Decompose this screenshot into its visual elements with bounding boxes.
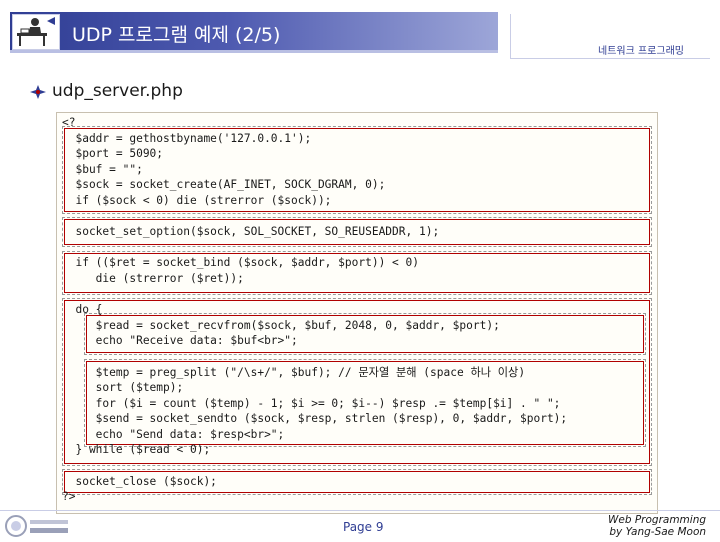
code-line: echo "Send data: $resp<br>"; xyxy=(62,427,285,441)
code-line: $temp = preg_split ("/\s+/", $buf); // 문… xyxy=(62,365,526,379)
code-line: <? xyxy=(62,116,76,129)
code-line: if (($ret = socket_bind ($sock, $addr, $… xyxy=(62,256,419,270)
bullet-icon xyxy=(30,84,46,103)
header-divider-horizontal xyxy=(510,58,710,59)
code-listing: <? $addr = gethostbyname('127.0.0.1'); $… xyxy=(62,115,567,505)
code-line: do { xyxy=(62,303,103,317)
code-line: $addr = gethostbyname('127.0.0.1'); xyxy=(62,131,312,145)
title-banner-strip xyxy=(10,50,498,53)
code-line: socket_set_option($sock, SOL_SOCKET, SO_… xyxy=(62,225,440,239)
code-line: ?> xyxy=(62,490,76,504)
course-name: 네트워크 프로그래밍 xyxy=(598,46,684,57)
footer-credit-line2: by Yang-Sae Moon xyxy=(609,526,707,538)
code-line: } while ($read < 0); xyxy=(62,443,211,457)
presenter-logo-icon xyxy=(12,14,60,50)
footer-credit-line1: Web Programming xyxy=(608,514,707,526)
university-logo-icon xyxy=(4,514,70,538)
section-filename: udp_server.php xyxy=(52,81,183,101)
code-line: $port = 5090; xyxy=(62,147,164,161)
code-line: $buf = ""; xyxy=(62,162,143,176)
code-line: if ($sock < 0) die (strerror ($sock)); xyxy=(62,193,332,207)
code-line: sort ($temp); xyxy=(62,381,184,395)
footer-divider xyxy=(0,510,720,511)
footer-credit: Web Programming by Yang-Sae Moon xyxy=(608,514,706,538)
code-line: socket_close ($sock); xyxy=(62,474,217,488)
page-number: Page 9 xyxy=(343,520,384,534)
page-title: UDP 프로그램 예제 (2/5) xyxy=(72,24,281,46)
code-line: $sock = socket_create(AF_INET, SOCK_DGRA… xyxy=(62,178,386,192)
code-line: die (strerror ($ret)); xyxy=(62,271,244,285)
code-line: $read = socket_recvfrom($sock, $buf, 204… xyxy=(62,318,500,332)
code-line: $send = socket_sendto ($sock, $resp, str… xyxy=(62,412,568,426)
code-line: echo "Receive data: $buf<br>"; xyxy=(62,334,298,348)
code-line: for ($i = count ($temp) - 1; $i >= 0; $i… xyxy=(62,396,561,410)
header-divider xyxy=(510,14,511,58)
